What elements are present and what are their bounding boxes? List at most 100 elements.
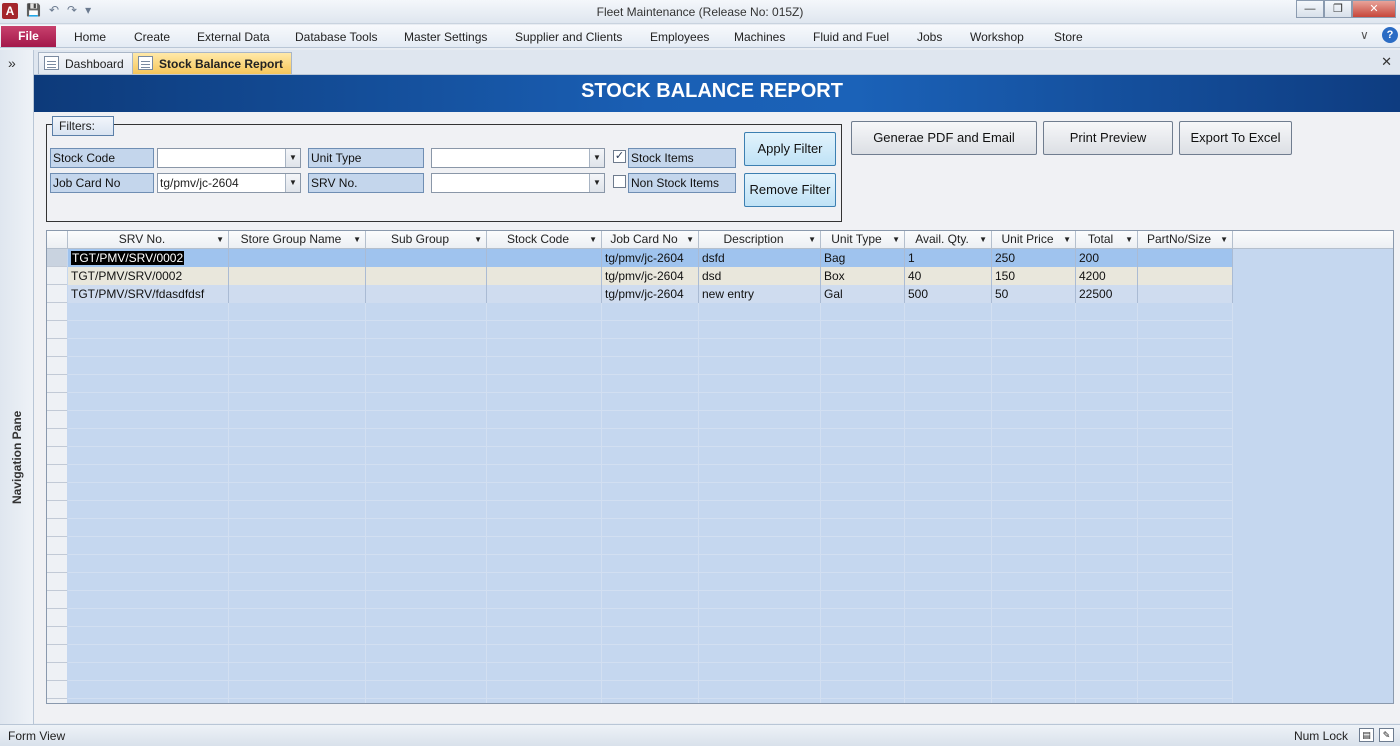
cell-sub-group[interactable] [366,267,487,285]
srv-no-combo[interactable]: ▼ [431,173,605,193]
stock-items-checkbox[interactable]: ✓ [613,150,626,163]
stock-code-combo[interactable]: ▼ [157,148,301,168]
sort-filter-arrow-icon[interactable]: ▼ [979,231,987,248]
cell-stock-code[interactable] [487,267,602,285]
cell-avail-qty[interactable]: 500 [905,285,992,303]
record-selector[interactable] [47,429,67,447]
sort-filter-arrow-icon[interactable]: ▼ [474,231,482,248]
expand-navigation-pane-icon[interactable]: » [8,55,16,71]
record-selector[interactable] [47,609,67,627]
record-selector[interactable] [47,645,67,663]
column-header-partno-size[interactable]: PartNo/Size ▼ [1138,231,1233,249]
cell-srv-no[interactable]: TGT/PMV/SRV/0002 [68,249,229,267]
record-selector[interactable] [47,393,67,411]
cell-unit-type[interactable]: Box [821,267,905,285]
chevron-down-icon[interactable]: ▼ [285,149,300,167]
ribbon-tab-jobs[interactable]: Jobs [917,30,942,44]
table-row[interactable]: TGT/PMV/SRV/0002 tg/pmv/jc-2604 dsfd Bag 1 25… [68,249,1233,267]
ribbon-tab-supplier-and-clients[interactable]: Supplier and Clients [515,30,622,44]
cell-unit-price[interactable]: 50 [992,285,1076,303]
cell-description[interactable]: dsfd [699,249,821,267]
record-selector[interactable] [47,249,67,267]
column-header-job-card-no[interactable]: Job Card No ▼ [602,231,699,249]
cell-srv-no[interactable]: TGT/PMV/SRV/0002 [68,267,229,285]
cell-job-card-no[interactable]: tg/pmv/jc-2604 [602,267,699,285]
cell-avail-qty[interactable]: 1 [905,249,992,267]
export-to-excel-button[interactable]: Export To Excel [1179,121,1292,155]
record-selector[interactable] [47,339,67,357]
cell-description[interactable]: dsd [699,267,821,285]
cell-srv-no[interactable]: TGT/PMV/SRV/fdasdfdsf [68,285,229,303]
tab-dashboard[interactable]: Dashboard [38,52,133,74]
column-header-srv-no[interactable]: SRV No. ▼ [68,231,229,249]
minimize-button[interactable]: — [1296,0,1324,18]
minimize-ribbon-icon[interactable]: ∨ [1360,28,1369,42]
cell-store-group-name[interactable] [229,249,366,267]
record-selector[interactable] [47,321,67,339]
sort-filter-arrow-icon[interactable]: ▼ [686,231,694,248]
cell-avail-qty[interactable]: 40 [905,267,992,285]
ribbon-tab-machines[interactable]: Machines [734,30,785,44]
ribbon-tab-store[interactable]: Store [1054,30,1083,44]
cell-unit-price[interactable]: 250 [992,249,1076,267]
help-icon[interactable]: ? [1382,27,1398,43]
cell-stock-code[interactable] [487,249,602,267]
tab-stock-balance-report[interactable]: Stock Balance Report [132,52,293,74]
column-header-total[interactable]: Total ▼ [1076,231,1138,249]
chevron-down-icon[interactable]: ▼ [589,174,604,192]
print-preview-button[interactable]: Print Preview [1043,121,1173,155]
chevron-down-icon[interactable]: ▼ [285,174,300,192]
column-header-description[interactable]: Description ▼ [699,231,821,249]
cell-partno-size[interactable] [1138,249,1233,267]
sort-filter-arrow-icon[interactable]: ▼ [892,231,900,248]
sort-filter-arrow-icon[interactable]: ▼ [1220,231,1228,248]
table-row[interactable]: TGT/PMV/SRV/0002 tg/pmv/jc-2604 dsd Box 40 15… [68,267,1233,285]
cell-total[interactable]: 4200 [1076,267,1138,285]
record-selector[interactable] [47,483,67,501]
column-header-avail-qty[interactable]: Avail. Qty. ▼ [905,231,992,249]
record-selector[interactable] [47,627,67,645]
sort-filter-arrow-icon[interactable]: ▼ [353,231,361,248]
cell-sub-group[interactable] [366,249,487,267]
file-tab[interactable]: File [1,26,56,47]
cell-stock-code[interactable] [487,285,602,303]
record-selector[interactable] [47,357,67,375]
navigation-pane-label[interactable]: Navigation Pane [10,411,24,504]
ribbon-tab-master-settings[interactable]: Master Settings [404,30,487,44]
cell-total[interactable]: 200 [1076,249,1138,267]
record-selector[interactable] [47,663,67,681]
cell-unit-price[interactable]: 150 [992,267,1076,285]
cell-unit-type[interactable]: Gal [821,285,905,303]
select-all-cell[interactable] [47,231,68,249]
non-stock-items-checkbox[interactable] [613,175,626,188]
cell-sub-group[interactable] [366,285,487,303]
design-view-icon[interactable]: ✎ [1379,728,1394,742]
record-selector[interactable] [47,285,67,303]
column-header-stock-code[interactable]: Stock Code ▼ [487,231,602,249]
generate-pdf-email-button[interactable]: Generae PDF and Email [851,121,1037,155]
record-selector[interactable] [47,267,67,285]
ribbon-tab-create[interactable]: Create [134,30,170,44]
unit-type-combo[interactable]: ▼ [431,148,605,168]
ribbon-tab-external-data[interactable]: External Data [197,30,270,44]
record-selector[interactable] [47,555,67,573]
apply-filter-button[interactable]: Apply Filter [744,132,836,166]
table-row[interactable]: TGT/PMV/SRV/fdasdfdsf tg/pmv/jc-2604 new e… [68,285,1233,303]
restore-button[interactable]: ❐ [1324,0,1352,18]
column-header-unit-type[interactable]: Unit Type ▼ [821,231,905,249]
sort-filter-arrow-icon[interactable]: ▼ [1063,231,1071,248]
close-window-button[interactable]: ✕ [1352,0,1396,18]
ribbon-tab-employees[interactable]: Employees [650,30,709,44]
cell-partno-size[interactable] [1138,267,1233,285]
sort-filter-arrow-icon[interactable]: ▼ [1125,231,1133,248]
ribbon-tab-workshop[interactable]: Workshop [970,30,1024,44]
record-selector[interactable] [47,375,67,393]
record-selector[interactable] [47,303,67,321]
job-card-no-combo[interactable]: tg/pmv/jc-2604 ▼ [157,173,301,193]
record-selector[interactable] [47,519,67,537]
record-selector[interactable] [47,501,67,519]
cell-job-card-no[interactable]: tg/pmv/jc-2604 [602,249,699,267]
sort-filter-arrow-icon[interactable]: ▼ [589,231,597,248]
record-selector[interactable] [47,465,67,483]
record-selector[interactable] [47,537,67,555]
